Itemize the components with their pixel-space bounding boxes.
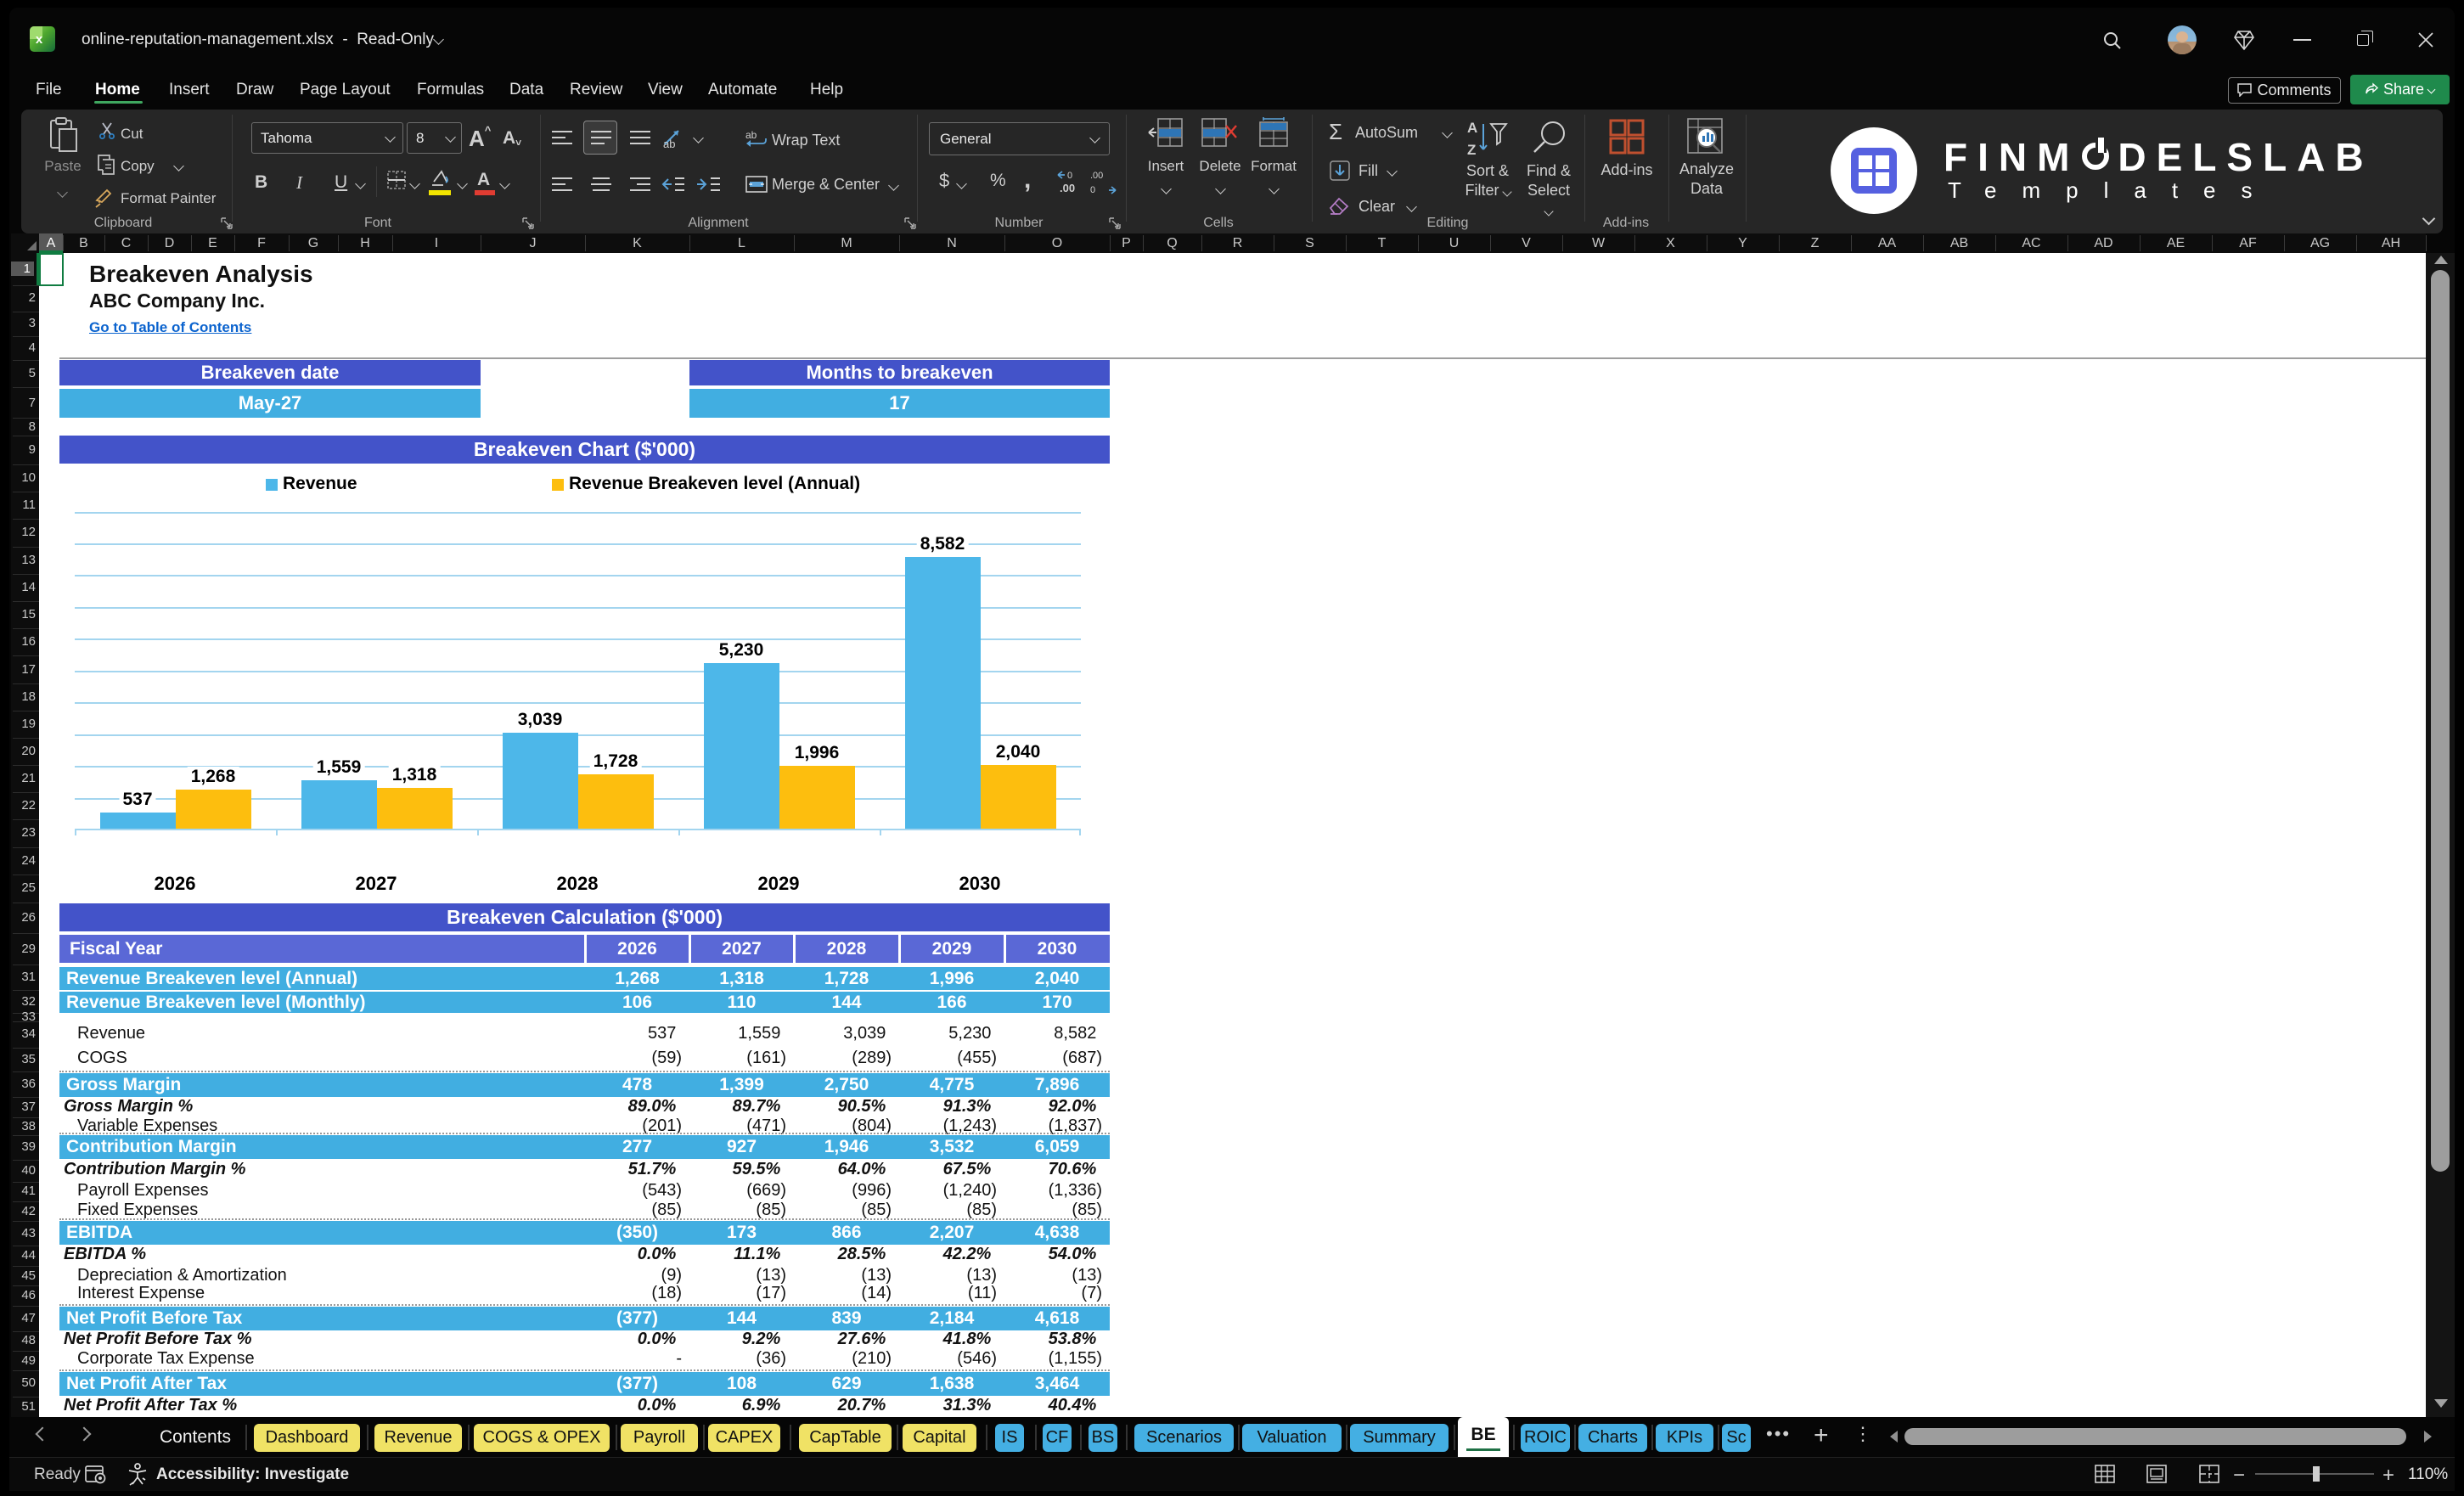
- svg-text:.00: .00: [1060, 182, 1075, 194]
- svg-text:ab: ab: [663, 138, 675, 149]
- svg-text:0: 0: [1090, 185, 1095, 195]
- svg-text:0: 0: [1067, 171, 1072, 181]
- svg-text:.00: .00: [1090, 171, 1103, 181]
- svg-text:ab: ab: [745, 129, 757, 141]
- svg-text:A: A: [1467, 120, 1477, 136]
- svg-text:Z: Z: [1467, 142, 1476, 158]
